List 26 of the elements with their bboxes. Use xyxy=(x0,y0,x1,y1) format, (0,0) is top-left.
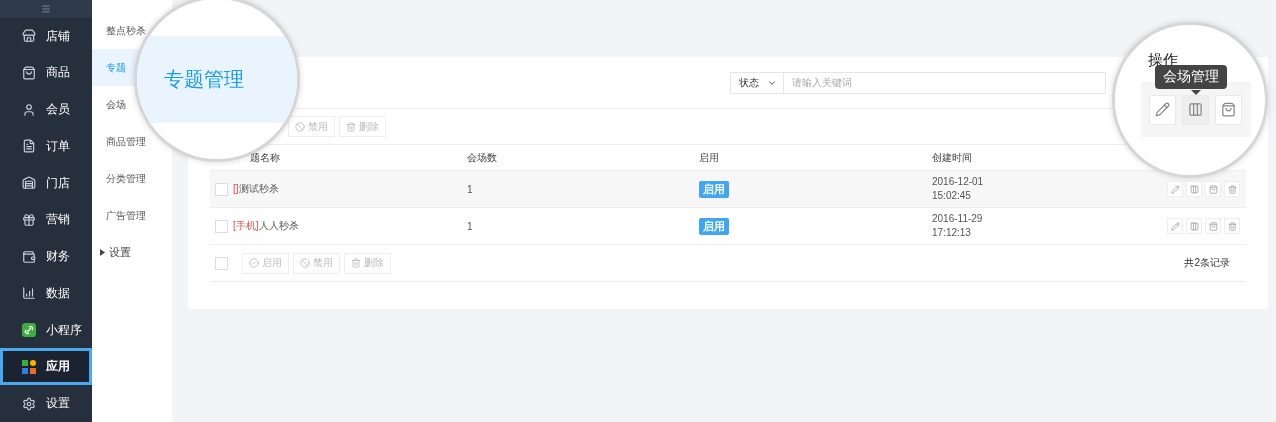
sidebar-label: 订单 xyxy=(46,137,70,155)
sidebar-label: 门店 xyxy=(46,174,70,192)
sidebar-label: 应用 xyxy=(46,358,70,376)
column-header: 会场数 xyxy=(467,150,498,165)
topic-name: [手机]人人秒杀 xyxy=(233,219,300,233)
created-time: 2016-12-01 15:02:45 xyxy=(932,175,985,203)
table-cell-text: 1 xyxy=(467,220,474,232)
sidebar-label: 营销 xyxy=(46,211,70,229)
sidebar-label: 数据 xyxy=(46,284,70,302)
sidebar-label: 设置 xyxy=(46,395,70,413)
record-count: 共2条记录 xyxy=(1184,256,1230,270)
status-tag: 启用 xyxy=(699,217,729,235)
table-cell-text: 1 xyxy=(467,183,474,195)
sidebar-label: 会员 xyxy=(46,101,70,119)
column-header: 启用 xyxy=(699,150,720,165)
sidebar-label: 商品 xyxy=(46,64,70,82)
status-tag: 启用 xyxy=(699,180,729,198)
sidebar-label: 财务 xyxy=(46,248,70,266)
column-header: 创建时间 xyxy=(932,150,973,165)
sidebar-label: 小程序 xyxy=(46,321,82,339)
sidebar-label: 店铺 xyxy=(46,27,70,45)
created-time: 2016-11-29 17:12:13 xyxy=(932,212,984,240)
topic-name: []测试秒杀 xyxy=(233,182,280,196)
submenu-label: 设置 xyxy=(109,245,131,260)
tooltip: 会场管理 xyxy=(1155,65,1227,89)
column-header: 题名称 xyxy=(249,150,281,165)
